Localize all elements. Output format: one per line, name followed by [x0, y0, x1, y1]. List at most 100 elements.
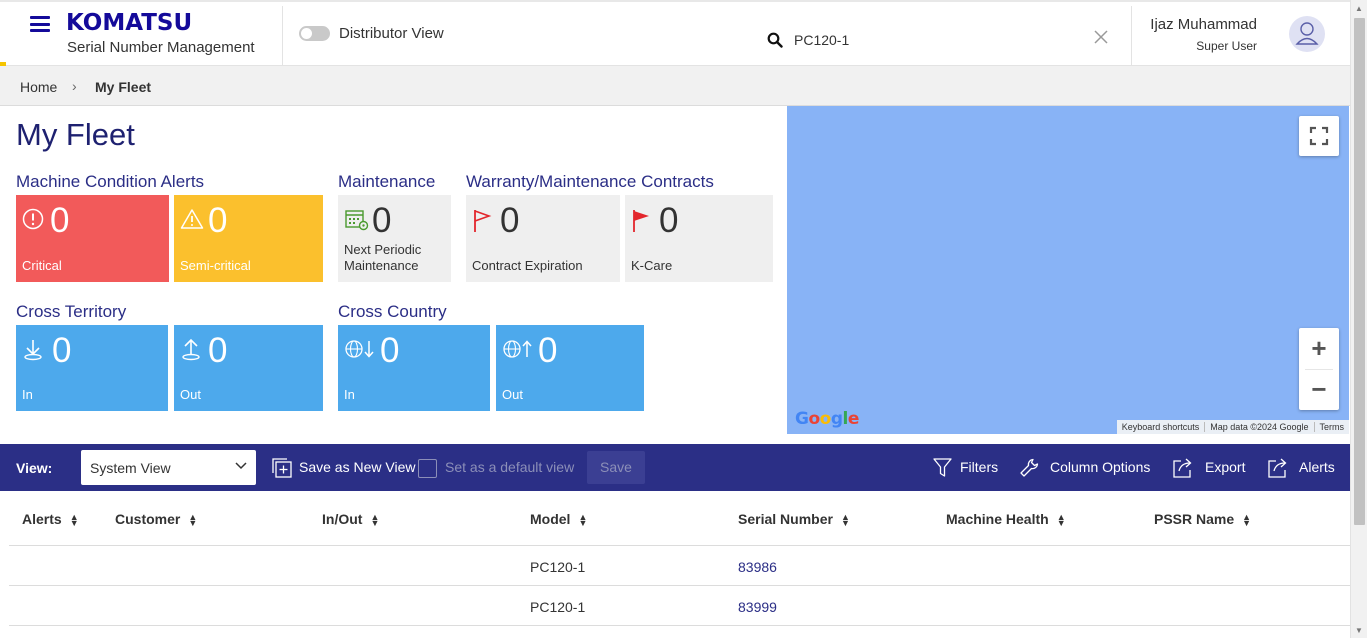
- fleet-table: Alerts ▲ ▼ Customer ▲ ▼ In/Out ▲ ▼ Model ▲ ▼ Ser…: [9, 491, 1350, 626]
- page-title: My Fleet: [16, 117, 135, 152]
- save-button[interactable]: Save: [587, 451, 645, 484]
- column-header-label: Model: [530, 511, 571, 527]
- critical-count: 0: [50, 201, 70, 240]
- column-header-serial-number[interactable]: Serial Number ▲ ▼: [738, 511, 850, 529]
- view-select[interactable]: System View: [81, 450, 256, 485]
- cross-country-in-count: 0: [380, 331, 400, 370]
- serial-number-link[interactable]: 83986: [738, 559, 777, 575]
- accent-bar: [0, 62, 6, 66]
- cross-country-out-label: Out: [502, 387, 523, 402]
- arrow-down-in-icon: [24, 340, 42, 361]
- zoom-out-button[interactable]: −: [1299, 370, 1339, 410]
- semi-critical-label: Semi-critical: [180, 258, 251, 273]
- column-header-pssr-name[interactable]: PSSR Name ▲ ▼: [1154, 511, 1251, 528]
- contract-expiration-tile[interactable]: 0 Contract Expiration: [466, 195, 620, 282]
- default-view-checkbox[interactable]: [418, 459, 437, 478]
- distributor-view-toggle[interactable]: [299, 26, 330, 41]
- komatsu-logo: KOMATSU: [66, 10, 193, 36]
- filters-button[interactable]: Filters: [960, 459, 998, 475]
- map-data-text: Map data ©2024 Google: [1204, 422, 1313, 432]
- wrench-icon: [1020, 458, 1039, 477]
- table-row[interactable]: PC120-1 83999: [9, 586, 1350, 626]
- sort-icon: ▲ ▼: [578, 512, 588, 529]
- critical-alerts-tile[interactable]: 0 Critical: [16, 195, 169, 282]
- semi-critical-alerts-tile[interactable]: 0 Semi-critical: [174, 195, 323, 282]
- k-care-label: K-Care: [631, 258, 673, 273]
- search-icon: [767, 32, 783, 48]
- column-header-alerts[interactable]: Alerts ▲ ▼: [22, 511, 79, 529]
- sort-icon: ▲ ▼: [840, 512, 850, 529]
- user-avatar-icon[interactable]: [1289, 16, 1325, 52]
- breadcrumb: Home › My Fleet: [0, 62, 1350, 106]
- k-care-tile[interactable]: 0 K-Care: [625, 195, 773, 282]
- cross-country-in-tile[interactable]: 0 In: [338, 325, 490, 411]
- sort-icon: ▲ ▼: [370, 512, 380, 529]
- warning-triangle-icon: [180, 209, 204, 229]
- calendar-gear-icon: [345, 210, 369, 231]
- column-header-machine-health[interactable]: Machine Health ▲ ▼: [946, 511, 1066, 529]
- model-cell: PC120-1: [530, 559, 586, 575]
- contract-expiration-label: Contract Expiration: [472, 258, 583, 273]
- globe-arrow-down-icon: [345, 340, 374, 358]
- cross-country-in-label: In: [344, 387, 355, 402]
- zoom-in-button[interactable]: +: [1299, 328, 1339, 368]
- column-header-label: Machine Health: [946, 511, 1049, 527]
- cross-territory-in-label: In: [22, 387, 33, 402]
- fleet-map[interactable]: + − Google Keyboard shortcuts Map data ©…: [787, 106, 1349, 434]
- cross-territory-in-tile[interactable]: 0 In: [16, 325, 168, 411]
- flag-outline-icon: [474, 210, 492, 232]
- contract-expiration-count: 0: [500, 201, 520, 240]
- cross-territory-out-label: Out: [180, 387, 201, 402]
- cross-country-out-tile[interactable]: 0 Out: [496, 325, 644, 411]
- cross-territory-out-tile[interactable]: 0 Out: [174, 325, 323, 411]
- column-header-label: Alerts: [22, 511, 62, 527]
- export-button[interactable]: Export: [1205, 459, 1245, 475]
- fullscreen-button[interactable]: [1299, 116, 1339, 156]
- save-as-new-view-button[interactable]: Save as New View: [299, 459, 415, 475]
- column-header-label: PSSR Name: [1154, 511, 1235, 527]
- periodic-maintenance-tile[interactable]: 0 Next Periodic Maintenance: [338, 195, 451, 282]
- k-care-count: 0: [659, 201, 679, 240]
- alerts-share-icon: [1268, 458, 1287, 478]
- save-new-view-icon: [272, 458, 292, 478]
- header-divider: [282, 6, 283, 66]
- column-header-customer[interactable]: Customer ▲ ▼: [115, 511, 198, 529]
- default-view-label: Set as a default view: [445, 459, 575, 475]
- column-header-label: In/Out: [322, 511, 363, 527]
- scroll-up-icon[interactable]: ▲: [1355, 4, 1363, 13]
- table-row[interactable]: PC120-1 83986: [9, 546, 1350, 586]
- sort-icon: ▲ ▼: [188, 512, 198, 529]
- column-header-label: Serial Number: [738, 511, 833, 527]
- hamburger-menu-icon[interactable]: [30, 16, 50, 32]
- header-divider: [1131, 6, 1132, 66]
- sort-icon: ▲ ▼: [69, 512, 79, 529]
- distributor-view-label: Distributor View: [339, 25, 444, 42]
- terms-link[interactable]: Terms: [1313, 422, 1350, 432]
- fullscreen-icon: [1309, 126, 1329, 146]
- maintenance-count: 0: [372, 201, 392, 240]
- search-input[interactable]: [794, 29, 1084, 51]
- sort-icon: ▲ ▼: [1056, 512, 1066, 529]
- globe-arrow-up-icon: [503, 340, 532, 358]
- column-header-model[interactable]: Model ▲ ▼: [530, 511, 588, 529]
- cross-country-heading: Cross Country: [338, 302, 447, 321]
- clear-search-icon[interactable]: [1093, 29, 1109, 45]
- serial-number-link[interactable]: 83999: [738, 599, 777, 615]
- scrollbar-thumb[interactable]: [1354, 18, 1365, 525]
- cross-territory-in-count: 0: [52, 331, 72, 370]
- chevron-right-icon: ›: [72, 78, 77, 94]
- scroll-down-icon[interactable]: ▼: [1355, 626, 1363, 635]
- filter-icon: [933, 458, 952, 477]
- column-header-in-out[interactable]: In/Out ▲ ▼: [322, 511, 380, 529]
- cross-territory-heading: Cross Territory: [16, 302, 127, 321]
- keyboard-shortcuts-link[interactable]: Keyboard shortcuts: [1117, 422, 1205, 432]
- view-label: View:: [16, 460, 53, 476]
- view-select-value: System View: [90, 460, 171, 476]
- column-options-button[interactable]: Column Options: [1050, 459, 1150, 475]
- breadcrumb-home[interactable]: Home: [20, 79, 57, 95]
- page-scrollbar[interactable]: ▲ ▼: [1350, 0, 1367, 638]
- user-role: Super User: [1196, 39, 1257, 53]
- alerts-button[interactable]: Alerts: [1299, 459, 1335, 475]
- export-icon: [1173, 458, 1192, 478]
- contracts-heading: Warranty/Maintenance Contracts: [466, 172, 714, 191]
